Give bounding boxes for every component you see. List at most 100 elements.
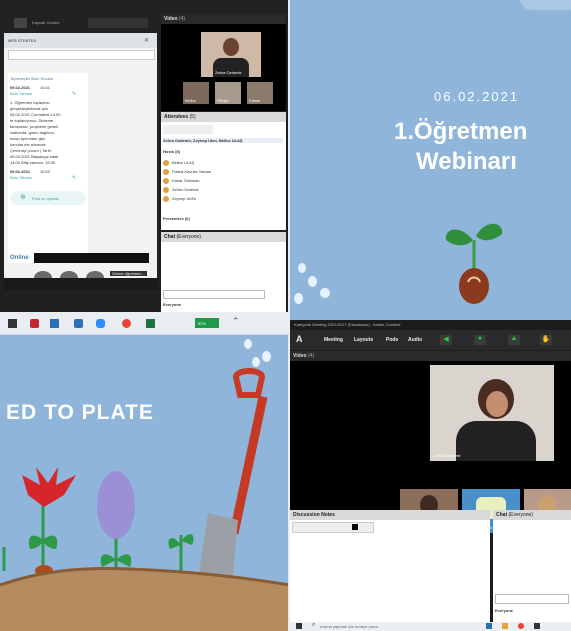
video-title: Video bbox=[293, 353, 307, 359]
video-count: (4) bbox=[307, 353, 315, 359]
attendee-search-text[interactable]: Zehra Ozdemir, Zeynep Uknı, Belkız ULAŞ bbox=[163, 138, 283, 143]
speaker-icon[interactable]: ◀ bbox=[440, 335, 452, 345]
browser-tab[interactable]: MEB STRATEJİ bbox=[8, 38, 36, 43]
list-item[interactable]: Zeynep UKNı bbox=[163, 194, 283, 203]
chevron-up-icon[interactable]: ⌃ bbox=[232, 316, 240, 327]
chat-title: Chat bbox=[496, 512, 508, 518]
menu-meeting[interactable]: Meeting bbox=[324, 337, 343, 343]
user-icon[interactable]: ▲ bbox=[508, 335, 520, 345]
video-count: (4) bbox=[178, 16, 186, 22]
attendee-tools[interactable] bbox=[163, 125, 213, 134]
desktop-taskbar: 92% ⌃ bbox=[0, 312, 288, 335]
video-main-name: Zehra Ozdemir bbox=[215, 70, 242, 75]
divider-horizontal bbox=[0, 334, 290, 335]
attendee-list: Belkız ULAŞ Fatma Kavuklı Yaman Kahar Öz… bbox=[163, 158, 283, 203]
webinar-title-line1: 1.Öğretmen bbox=[394, 118, 528, 145]
person-head bbox=[223, 38, 239, 56]
video-pod-title: Video (4) bbox=[290, 351, 571, 361]
browser-window: MEB STRATEJİ ✕ Tepebikçler Bolu Hocam 05… bbox=[4, 33, 157, 289]
battery-text: 92% bbox=[198, 321, 207, 326]
presenters-label[interactable]: Presenters (0) bbox=[163, 216, 190, 221]
chat-input[interactable] bbox=[495, 594, 569, 604]
post-card: Tepebikçler Bolu Hocam 05.02.2021 10:41 … bbox=[8, 73, 88, 263]
app-icon[interactable] bbox=[502, 623, 508, 629]
thumb-name: Fikriye bbox=[217, 98, 229, 103]
chat-target[interactable]: Everyone bbox=[495, 608, 513, 613]
divider-vertical bbox=[288, 0, 290, 631]
post-time-2: 10:43 bbox=[40, 169, 51, 174]
water-drop bbox=[320, 288, 330, 298]
app-icon[interactable] bbox=[146, 319, 155, 328]
attendees-count: (5) bbox=[189, 114, 196, 120]
toolbar-menu-box[interactable] bbox=[14, 18, 27, 28]
taskbar-search[interactable]: Arama yapmak için buraya yazın bbox=[320, 624, 378, 629]
main-video-feed: Zehra Ozdemir bbox=[201, 32, 261, 77]
chat-pod-title: Chat (Everyone) bbox=[493, 510, 571, 520]
chat-target[interactable]: Everyone bbox=[163, 302, 181, 307]
water-drop bbox=[308, 276, 317, 287]
attendees-title: Attendees bbox=[164, 114, 189, 120]
video-main-name: Zehra Ozdemir bbox=[434, 453, 461, 458]
adobe-connect-q4: Kategorie Meeting 2021/2017 (Discussion)… bbox=[290, 320, 571, 631]
list-item[interactable]: Fatma Kavuklı Yaman bbox=[163, 167, 283, 176]
post-author-2[interactable]: Bolu Tahtası bbox=[10, 175, 32, 180]
attendees-pod-title: Attendees (5) bbox=[161, 112, 286, 122]
body-line: 14:00 Bitiş zamanı: 15:30 bbox=[10, 160, 56, 165]
close-icon[interactable]: ✕ bbox=[144, 37, 149, 44]
online-label: Online bbox=[10, 255, 29, 261]
chat-input[interactable] bbox=[163, 290, 265, 299]
menu-audio[interactable]: Audio bbox=[408, 337, 422, 343]
app-icon[interactable] bbox=[30, 319, 39, 328]
menu-layouts[interactable]: Layouts bbox=[354, 337, 373, 343]
browser-tabbar: MEB STRATEJİ ✕ bbox=[4, 33, 157, 48]
thumb-video[interactable]: Fikriye bbox=[215, 82, 241, 104]
list-item[interactable]: Zehra Ozdemir bbox=[163, 185, 283, 194]
list-item[interactable]: Kahar Özkiman bbox=[163, 176, 283, 185]
menu-pods[interactable]: Pods bbox=[386, 337, 398, 343]
sysbar-label: Online öğretmen... bbox=[110, 271, 147, 276]
user-icon bbox=[163, 186, 169, 193]
post-date: 05.02.2021 bbox=[10, 85, 31, 90]
chat-title: Chat bbox=[164, 234, 176, 240]
chat-pod-title: Chat (Everyone) bbox=[161, 232, 286, 242]
edit-icon[interactable]: ✎ bbox=[72, 91, 76, 97]
attendees-pod: Attendees (5) Zehra Ozdemir, Zeynep Uknı… bbox=[161, 112, 286, 230]
person-body bbox=[456, 421, 536, 461]
video-pod-title: Video (4) bbox=[161, 14, 286, 24]
garden-illustration bbox=[0, 368, 290, 631]
battery-badge: 92% bbox=[195, 318, 219, 328]
windows-start-icon[interactable] bbox=[296, 623, 302, 629]
app-icon[interactable] bbox=[74, 319, 83, 328]
hosts-label[interactable]: Hosts (5) bbox=[163, 149, 180, 154]
video-pod: Video (4) Zehra Ozdemir Belkız Fikriye F… bbox=[161, 14, 286, 111]
app-icon[interactable] bbox=[486, 623, 492, 629]
post-author[interactable]: Bolu Tahtası bbox=[10, 91, 32, 96]
discussion-notes-pod: Discussion Notes bbox=[290, 510, 490, 622]
raise-hand-icon[interactable]: ✋ bbox=[540, 335, 552, 345]
post-heading: Tepebikçler Bolu Hocam bbox=[10, 76, 54, 81]
app-icon[interactable] bbox=[518, 623, 524, 629]
main-video-feed: Zehra Ozdemir bbox=[430, 365, 554, 461]
screenshot-q1: Kaynak Gonder MEB STRATEJİ ✕ Tepebikçler… bbox=[0, 0, 288, 335]
app-icon[interactable] bbox=[534, 623, 540, 629]
search-icon[interactable]: ⌕ bbox=[312, 622, 315, 629]
thumb-video[interactable]: Fatma bbox=[247, 82, 273, 104]
attendee-name: Kahar Özkiman bbox=[172, 178, 200, 183]
app-icon[interactable] bbox=[50, 319, 59, 328]
app-icon[interactable] bbox=[122, 319, 131, 328]
thumb-name: Belkız bbox=[185, 98, 196, 103]
thumb-video[interactable]: Belkız bbox=[183, 82, 209, 104]
post-button[interactable]: ⊕ Post an update bbox=[10, 191, 86, 205]
app-icon[interactable] bbox=[8, 319, 17, 328]
post-body: 1. Öğretmen toplantısı gerçekleştirilece… bbox=[10, 100, 86, 166]
online-bar bbox=[34, 253, 149, 263]
app-icon[interactable] bbox=[96, 319, 105, 328]
notes-toolbar[interactable] bbox=[292, 522, 374, 533]
edit-icon[interactable]: ✎ bbox=[72, 175, 76, 181]
browser-address-bar[interactable] bbox=[8, 50, 155, 60]
title-card-q2: 06.02.2021 1.Öğretmen Webinarı bbox=[288, 0, 571, 320]
toolbar-icon-group[interactable] bbox=[88, 18, 148, 28]
list-item[interactable]: Belkız ULAŞ bbox=[163, 158, 283, 167]
notes-color-swatch[interactable] bbox=[352, 524, 358, 530]
microphone-icon[interactable]: ● bbox=[474, 335, 486, 345]
